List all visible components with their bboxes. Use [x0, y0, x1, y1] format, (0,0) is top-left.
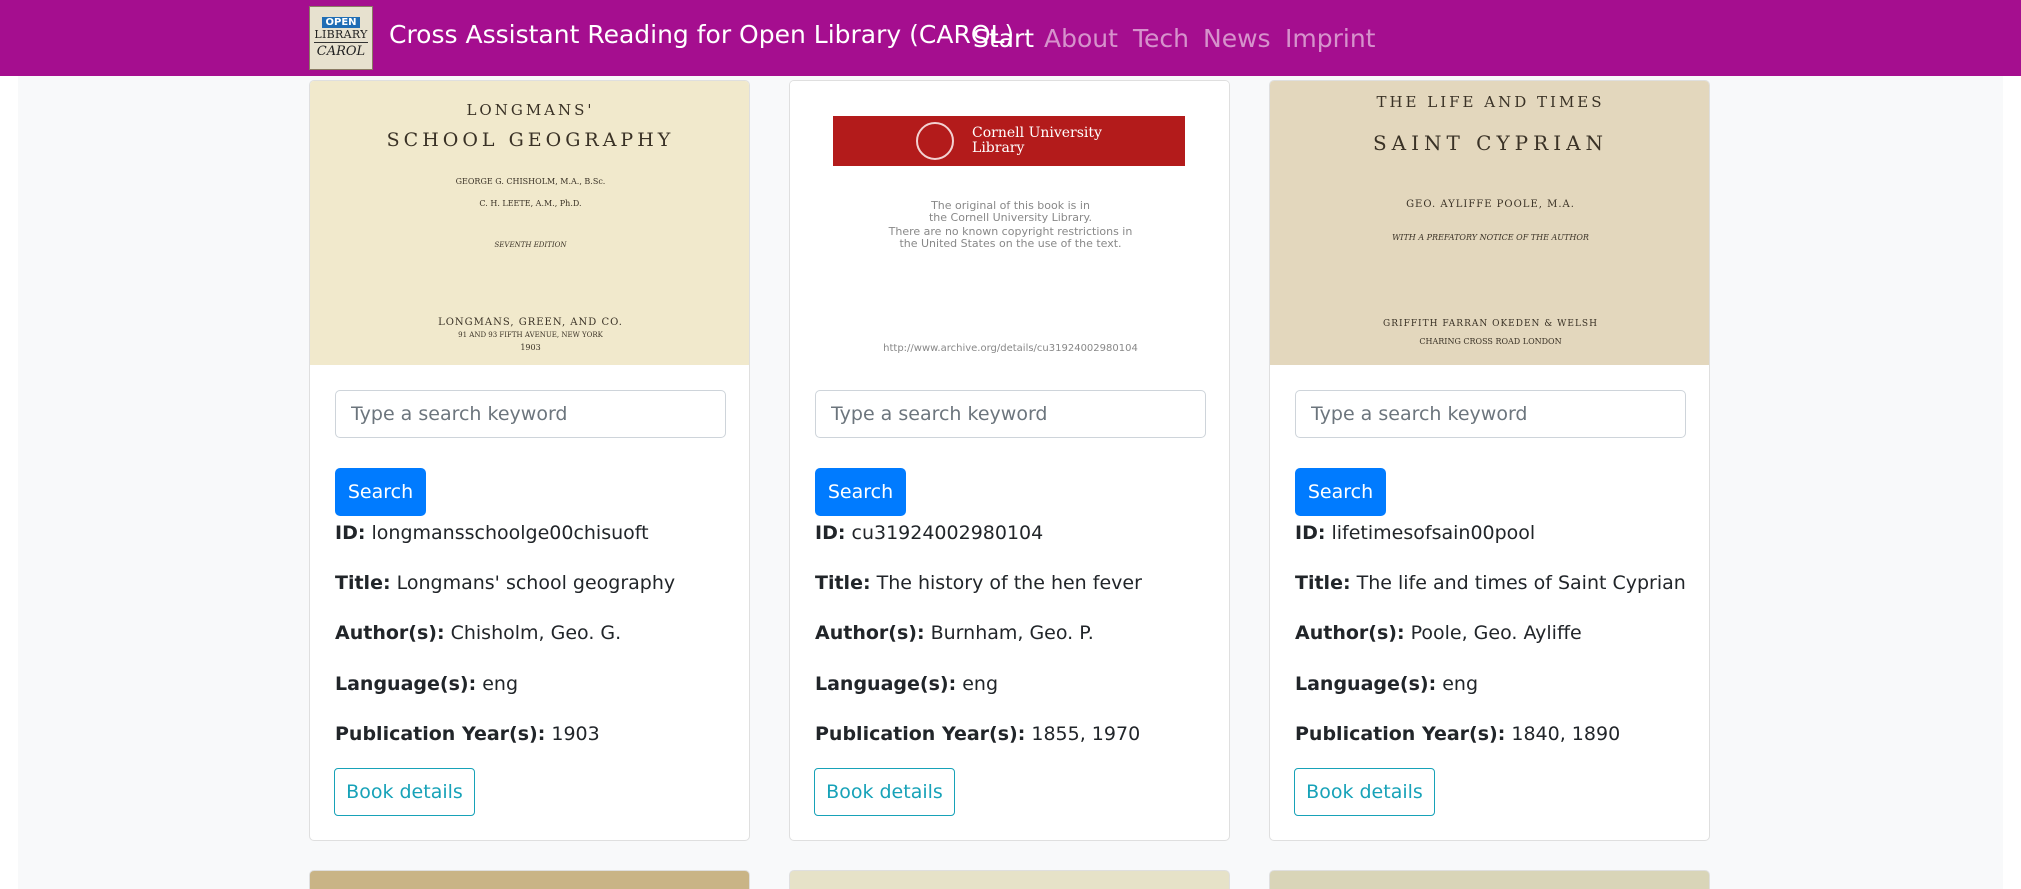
authors-label: Author(s):	[815, 622, 925, 644]
cover-text: GEORGE G. CHISHOLM, M.A., B.Sc.	[455, 177, 606, 186]
book-title: Title: The life and times of Saint Cypri…	[1295, 572, 1686, 594]
book-cover-image[interactable]: LONGMANS' SCHOOL GEOGRAPHY GEORGE G. CHI…	[310, 81, 749, 365]
search-input[interactable]	[815, 390, 1206, 438]
book-card: Cornell University Library The original o…	[789, 80, 1230, 841]
cornell-seal-icon	[916, 122, 955, 160]
logo-carol-text: CAROL	[316, 44, 366, 59]
book-years: Publication Year(s): 1840, 1890	[1295, 723, 1620, 745]
cover-text: Cornell University	[972, 125, 1102, 141]
languages-value: eng	[482, 673, 519, 695]
languages-value: eng	[962, 673, 999, 695]
book-years: Publication Year(s): 1903	[335, 723, 600, 745]
cover-text: THE LIFE AND TIMES	[1376, 93, 1605, 111]
cover-text: LONGMANS, GREEN, AND CO.	[438, 317, 623, 328]
book-cover-image[interactable]: THE LIFE AND TIMES SAINT CYPRIAN GEO. AY…	[1270, 81, 1709, 365]
navbar: OPEN LIBRARY CAROL Cross Assistant Readi…	[0, 0, 2021, 76]
book-details-button[interactable]: Book details	[1294, 768, 1435, 816]
book-languages: Language(s): eng	[335, 673, 518, 695]
cover-text: C. H. LEETE, A.M., Ph.D.	[479, 199, 582, 208]
book-cover-image[interactable]: Cornell University Library The original o…	[790, 81, 1229, 365]
years-value: 1855, 1970	[1031, 723, 1141, 745]
nav-tech[interactable]: Tech	[1133, 24, 1189, 53]
years-value: 1840, 1890	[1511, 723, 1621, 745]
logo-divider	[314, 42, 368, 43]
cover-text: 1903	[520, 343, 541, 352]
authors-value: Chisholm, Geo. G.	[450, 622, 622, 644]
id-value: cu31924002980104	[851, 522, 1044, 544]
id-label: ID:	[815, 522, 846, 544]
nav-news[interactable]: News	[1203, 24, 1271, 53]
book-card: THE LIFE AND TIMES SAINT CYPRIAN GEO. AY…	[1269, 80, 1710, 841]
languages-label: Language(s):	[335, 673, 477, 695]
cover-text: GEO. AYLIFFE POOLE, M.A.	[1406, 199, 1575, 210]
years-label: Publication Year(s):	[815, 723, 1026, 745]
languages-label: Language(s):	[815, 673, 957, 695]
book-title: Title: The history of the hen fever	[815, 572, 1142, 594]
cover-text: the United States on the use of the text…	[899, 237, 1122, 250]
book-languages: Language(s): eng	[815, 673, 998, 695]
book-years: Publication Year(s): 1855, 1970	[815, 723, 1140, 745]
search-button[interactable]: Search	[335, 468, 426, 516]
logo-library-text: LIBRARY	[314, 28, 368, 41]
cover-text: LONGMANS'	[466, 101, 595, 119]
cornell-library-name: Cornell University Library	[972, 126, 1102, 156]
book-id: ID: longmansschoolge00chisuoft	[335, 522, 649, 544]
cover-text: SCHOOL GEOGRAPHY	[386, 129, 675, 151]
book-details-button[interactable]: Book details	[814, 768, 955, 816]
languages-label: Language(s):	[1295, 673, 1437, 695]
book-details-button[interactable]: Book details	[334, 768, 475, 816]
years-label: Publication Year(s):	[1295, 723, 1506, 745]
book-languages: Language(s): eng	[1295, 673, 1478, 695]
id-value: longmansschoolge00chisuoft	[371, 522, 649, 544]
title-label: Title:	[815, 572, 871, 594]
title-value: The history of the hen fever	[876, 572, 1142, 594]
search-button[interactable]: Search	[1295, 468, 1386, 516]
nav-start[interactable]: Start	[973, 24, 1034, 53]
nav-about[interactable]: About	[1044, 24, 1118, 53]
cover-text: SEVENTH EDITION	[494, 241, 567, 249]
carol-logo[interactable]: OPEN LIBRARY CAROL	[309, 6, 373, 70]
authors-label: Author(s):	[1295, 622, 1405, 644]
authors-value: Burnham, Geo. P.	[930, 622, 1094, 644]
cover-text: Library	[972, 140, 1025, 156]
years-value: 1903	[551, 723, 600, 745]
book-title: Title: Longmans' school geography	[335, 572, 675, 594]
search-input[interactable]	[1295, 390, 1686, 438]
cornell-library-banner: Cornell University Library	[833, 116, 1185, 166]
book-card-partial[interactable]	[789, 870, 1230, 889]
book-id: ID: lifetimesofsain00pool	[1295, 522, 1535, 544]
title-value: Longmans' school geography	[396, 572, 676, 594]
title-label: Title:	[335, 572, 391, 594]
years-label: Publication Year(s):	[335, 723, 546, 745]
search-button[interactable]: Search	[815, 468, 906, 516]
logo-open-text: OPEN	[322, 17, 360, 28]
book-card-partial[interactable]	[309, 870, 750, 889]
authors-value: Poole, Geo. Ayliffe	[1410, 622, 1582, 644]
title-label: Title:	[1295, 572, 1351, 594]
cover-text: the Cornell University Library.	[928, 211, 1092, 224]
cover-text: 91 AND 93 FIFTH AVENUE, NEW YORK	[458, 331, 603, 339]
cover-text: SAINT CYPRIAN	[1372, 131, 1609, 155]
book-authors: Author(s): Poole, Geo. Ayliffe	[1295, 622, 1582, 644]
cover-text: WITH A PREFATORY NOTICE OF THE AUTHOR	[1392, 233, 1589, 242]
id-label: ID:	[1295, 522, 1326, 544]
authors-label: Author(s):	[335, 622, 445, 644]
book-authors: Author(s): Chisholm, Geo. G.	[335, 622, 621, 644]
title-value: The life and times of Saint Cyprian	[1356, 572, 1686, 594]
search-input[interactable]	[335, 390, 726, 438]
cover-text: CHARING CROSS ROAD LONDON	[1419, 337, 1562, 346]
cover-text: http://www.archive.org/details/cu3192400…	[883, 343, 1138, 354]
brand-title[interactable]: Cross Assistant Reading for Open Library…	[389, 20, 1014, 49]
nav-imprint[interactable]: Imprint	[1285, 24, 1375, 53]
book-card-partial[interactable]	[1269, 870, 1710, 889]
book-card: LONGMANS' SCHOOL GEOGRAPHY GEORGE G. CHI…	[309, 80, 750, 841]
book-id: ID: cu31924002980104	[815, 522, 1043, 544]
id-label: ID:	[335, 522, 366, 544]
id-value: lifetimesofsain00pool	[1331, 522, 1536, 544]
languages-value: eng	[1442, 673, 1479, 695]
book-authors: Author(s): Burnham, Geo. P.	[815, 622, 1094, 644]
cover-text: GRIFFITH FARRAN OKEDEN & WELSH	[1383, 319, 1598, 329]
